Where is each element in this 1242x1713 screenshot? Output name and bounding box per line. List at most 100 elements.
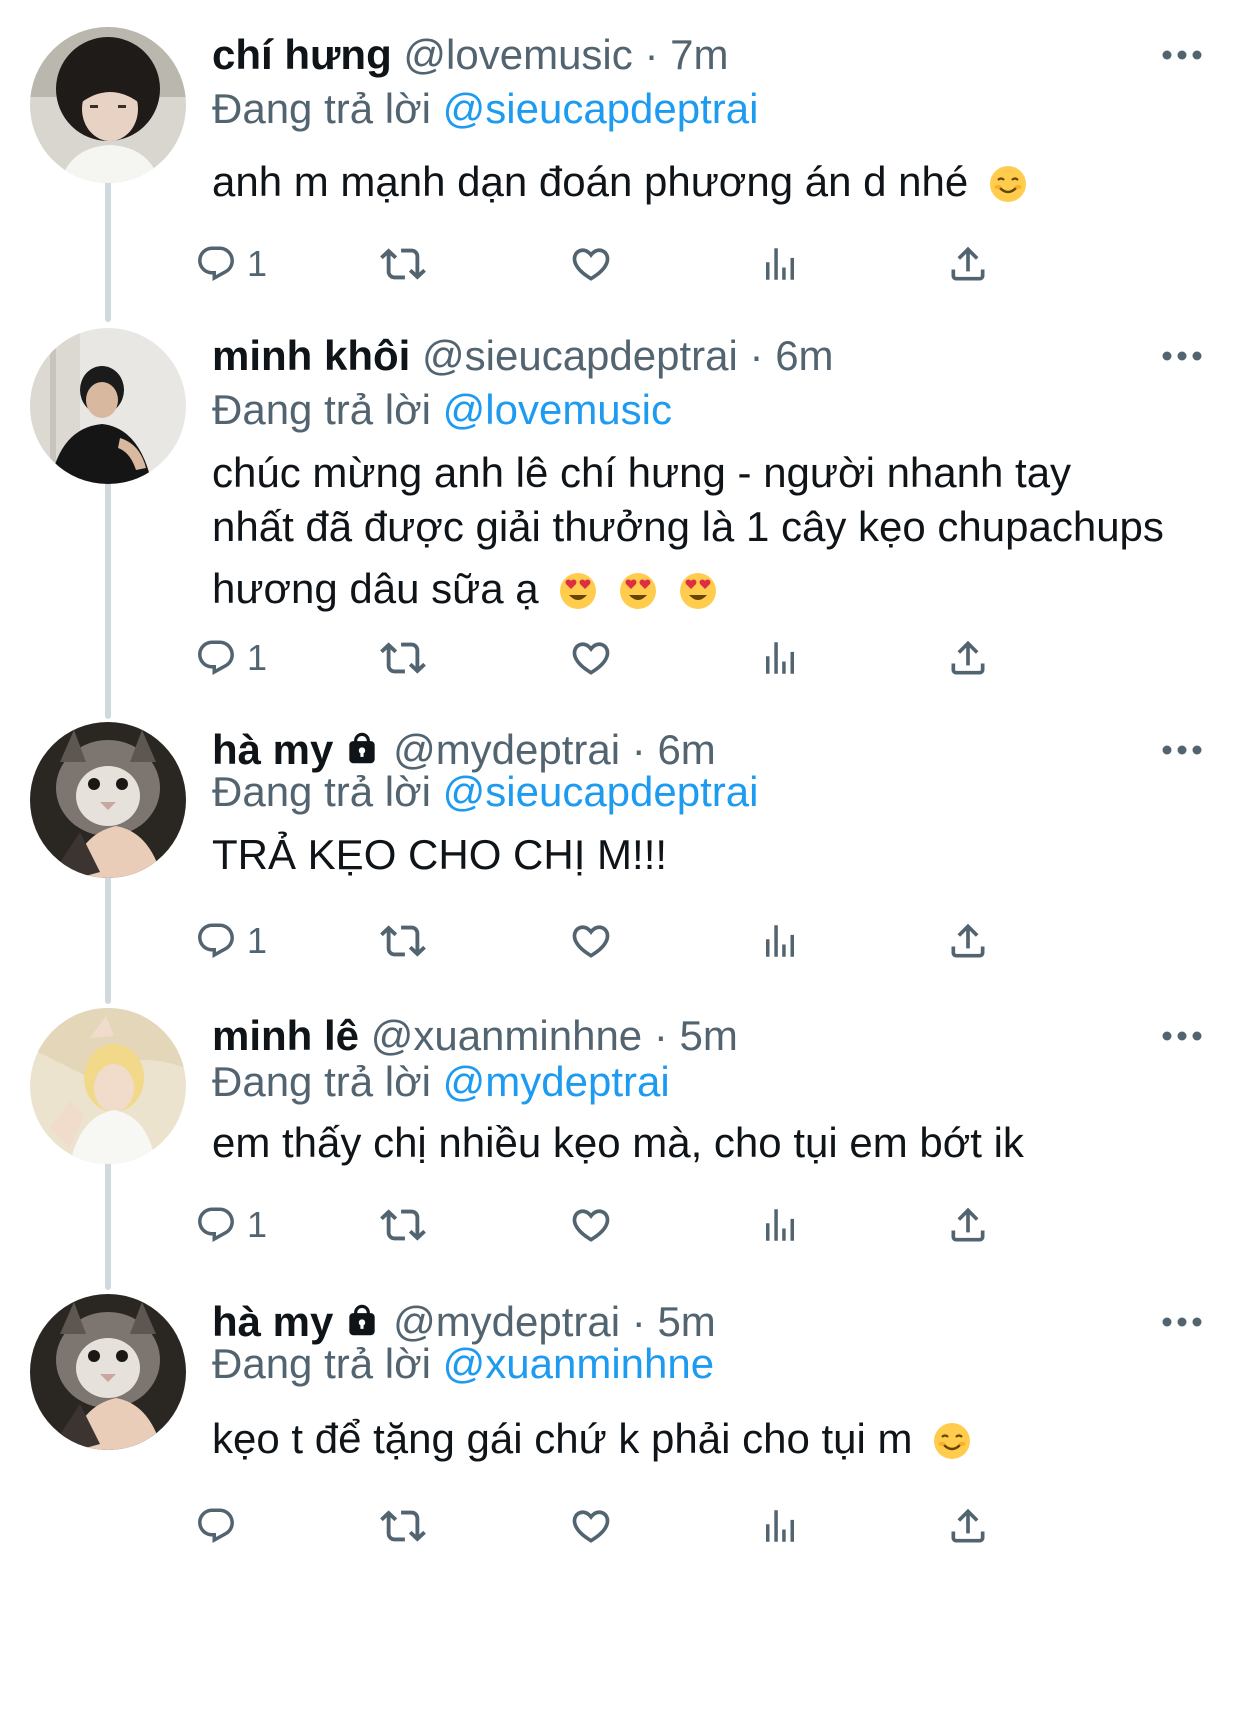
retweet-button[interactable] (380, 626, 426, 690)
timestamp[interactable]: 5m (657, 1298, 715, 1345)
tweet-text-line: em thấy chị nhiều kẹo mà, cho tụi em bớt… (212, 1119, 1024, 1166)
user-handle[interactable]: @xuanminhne (371, 1012, 642, 1059)
timestamp[interactable]: 6m (775, 332, 833, 379)
display-name[interactable]: minh lê (212, 1012, 359, 1059)
views-button[interactable] (759, 232, 801, 296)
display-name[interactable]: chí hưng (212, 31, 392, 78)
user-handle[interactable]: @sieucapdeptrai (422, 332, 738, 379)
reply-button[interactable]: 1 (195, 1193, 267, 1257)
like-icon (572, 642, 610, 675)
retweet-button[interactable] (380, 1193, 426, 1257)
views-button[interactable] (759, 1494, 801, 1558)
reply-button[interactable] (195, 1494, 247, 1558)
tweet[interactable]: minh khôi @sieucapdeptrai · 6m Đang trả … (0, 328, 1242, 698)
user-handle[interactable]: @lovemusic (403, 31, 632, 78)
tweet[interactable]: hà my @mydeptrai · 6m Đang trả lời @sieu… (0, 722, 1242, 992)
avatar[interactable] (30, 27, 186, 183)
avatar[interactable] (30, 722, 186, 878)
separator-dot: · (749, 332, 764, 379)
views-icon (766, 1510, 794, 1542)
display-name[interactable]: minh khôi (212, 332, 410, 379)
views-button[interactable] (759, 1193, 801, 1257)
share-icon (951, 1508, 985, 1543)
heart-eyes-emoji-icon (678, 570, 718, 624)
views-icon (766, 642, 794, 674)
replying-to-label: Đang trả lời (212, 1058, 431, 1105)
tweet-text: TRẢ KẸO CHO CHỊ M!!! (212, 828, 1202, 882)
replying-to: Đang trả lời @lovemusic (212, 384, 1202, 436)
share-icon (951, 1207, 985, 1242)
reply-button[interactable]: 1 (195, 909, 267, 973)
retweet-icon (380, 1209, 426, 1241)
share-button[interactable] (946, 1193, 990, 1257)
more-icon[interactable] (1142, 1294, 1202, 1350)
tweet-text-line: anh m mạnh dạn đoán phương án d nhé (212, 158, 969, 205)
user-handle[interactable]: @mydeptrai (393, 726, 620, 773)
like-button[interactable] (569, 1193, 613, 1257)
mention-link[interactable]: @mydeptrai (443, 1058, 670, 1105)
avatar[interactable] (30, 1294, 186, 1450)
views-icon (766, 925, 794, 957)
like-icon (572, 1209, 610, 1242)
mention-link[interactable]: @sieucapdeptrai (443, 85, 759, 132)
tweet-text: em thấy chị nhiều kẹo mà, cho tụi em bớt… (212, 1116, 1202, 1170)
retweet-button[interactable] (380, 909, 426, 973)
timestamp[interactable]: 7m (670, 31, 728, 78)
replying-to-label: Đang trả lời (212, 386, 431, 433)
share-button[interactable] (946, 909, 990, 973)
share-button[interactable] (946, 1494, 990, 1558)
more-icon[interactable] (1142, 328, 1202, 384)
tweet[interactable]: chí hưng @lovemusic · 7m Đang trả lời @s… (0, 27, 1242, 307)
reply-count: 1 (247, 920, 268, 961)
like-button[interactable] (569, 909, 613, 973)
views-icon (766, 1209, 794, 1241)
retweet-button[interactable] (380, 1494, 426, 1558)
reply-button[interactable]: 1 (195, 626, 267, 690)
reply-icon (198, 923, 234, 958)
reply-count: 1 (247, 243, 268, 284)
reply-count: 1 (247, 1204, 268, 1245)
views-button[interactable] (759, 909, 801, 973)
separator-dot: · (631, 726, 646, 773)
like-button[interactable] (569, 232, 613, 296)
retweet-icon (380, 642, 426, 674)
tweet-text: kẹo t để tặng gái chứ k phải cho tụi m (212, 1412, 1202, 1474)
share-button[interactable] (946, 232, 990, 296)
replying-to: Đang trả lời @sieucapdeptrai (212, 83, 1202, 135)
tweet[interactable]: minh lê @xuanminhne · 5m Đang trả lời @m… (0, 1008, 1242, 1278)
retweet-icon (380, 925, 426, 957)
mention-link[interactable]: @lovemusic (443, 386, 672, 433)
display-name[interactable]: hà my (212, 1298, 333, 1345)
reply-icon (198, 1207, 234, 1242)
more-icon[interactable] (1142, 722, 1202, 778)
share-button[interactable] (946, 626, 990, 690)
retweet-button[interactable] (380, 232, 426, 296)
reply-button[interactable]: 1 (195, 232, 267, 296)
reply-icon (198, 246, 234, 281)
tweet-text-line: nhất đã được giải thưởng là 1 cây kẹo ch… (212, 503, 1164, 550)
timestamp[interactable]: 6m (657, 726, 715, 773)
more-icon[interactable] (1142, 27, 1202, 83)
separator-dot: · (631, 1298, 646, 1345)
like-button[interactable] (569, 626, 613, 690)
tweet-text-line: kẹo t để tặng gái chứ k phải cho tụi m (212, 1415, 913, 1462)
tweet-text-line: chúc mừng anh lê chí hưng - người nhanh … (212, 449, 1072, 496)
reply-icon (198, 640, 234, 675)
like-button[interactable] (569, 1494, 613, 1558)
views-icon (766, 248, 794, 280)
emoji-icon (988, 163, 1028, 217)
lock-icon (343, 726, 381, 782)
avatar[interactable] (30, 1008, 186, 1164)
heart-eyes-emoji-icon (618, 570, 658, 624)
replying-to-label: Đang trả lời (212, 85, 431, 132)
timestamp[interactable]: 5m (680, 1012, 738, 1059)
user-handle[interactable]: @mydeptrai (393, 1298, 620, 1345)
tweet[interactable]: hà my @mydeptrai · 5m Đang trả lời @xuan… (0, 1294, 1242, 1694)
views-button[interactable] (759, 626, 801, 690)
emoji-icon (932, 1420, 972, 1474)
avatar[interactable] (30, 328, 186, 484)
more-icon[interactable] (1142, 1008, 1202, 1064)
reply-thread: chí hưng @lovemusic · 7m Đang trả lời @s… (0, 0, 1242, 1713)
display-name[interactable]: hà my (212, 726, 333, 773)
tweet-text: anh m mạnh dạn đoán phương án d nhé (212, 155, 1202, 217)
